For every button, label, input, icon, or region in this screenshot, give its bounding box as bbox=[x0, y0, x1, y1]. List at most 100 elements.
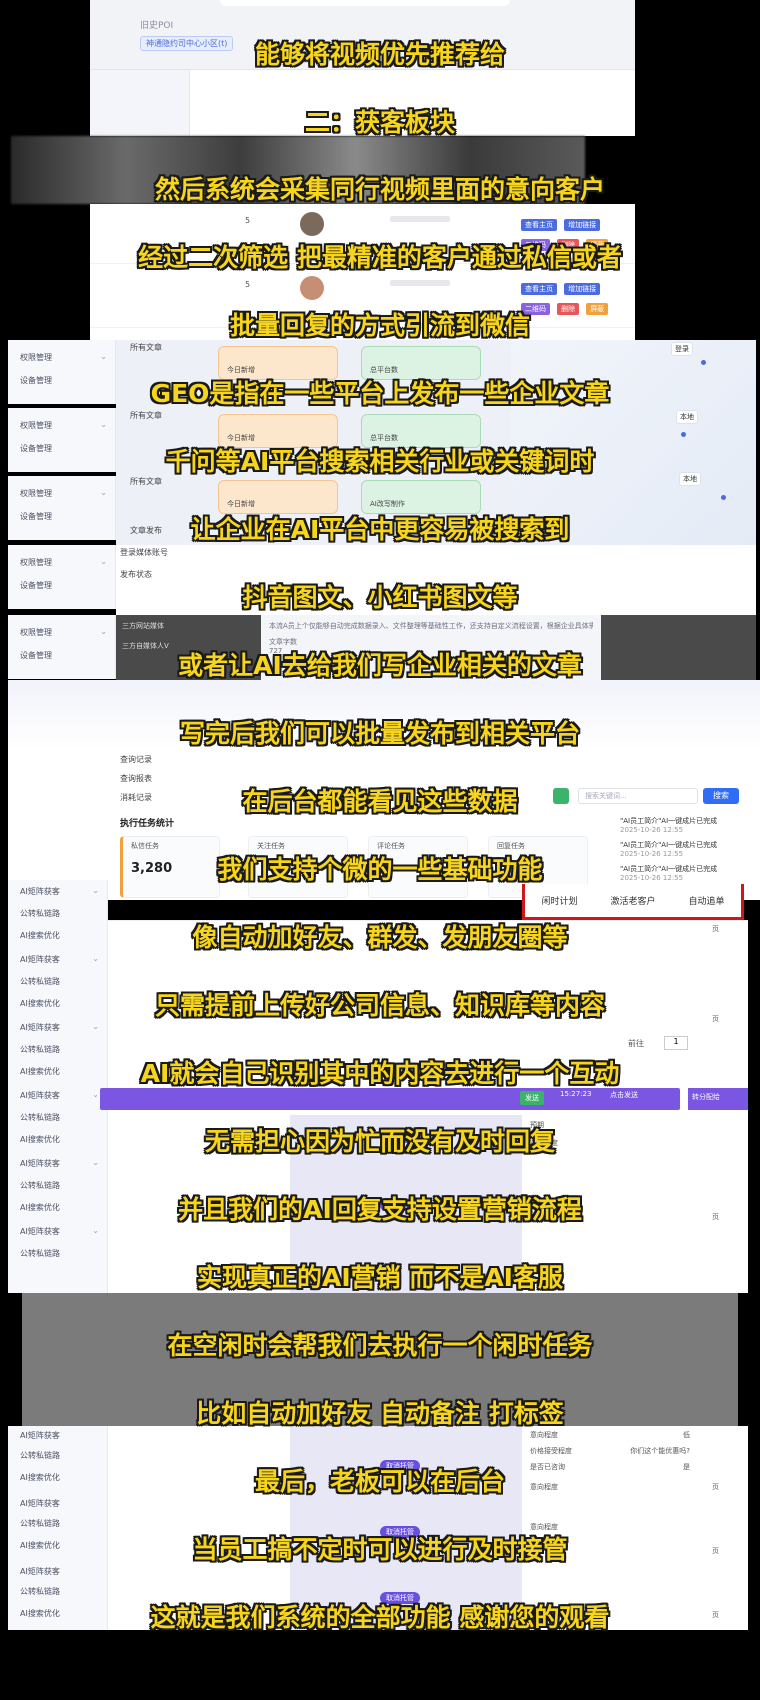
row-cell bbox=[390, 280, 450, 286]
sidebar-item-private-link[interactable]: 公转私链路 bbox=[20, 1450, 60, 1461]
stat-label: 总平台数 bbox=[370, 366, 398, 374]
sidebar-item-private-link[interactable]: 公转私链路 bbox=[20, 1248, 60, 1259]
info-label: 意向程度 bbox=[530, 1431, 558, 1439]
stat-card-today: 今日新增 bbox=[218, 346, 338, 380]
chevron-down-icon[interactable]: ⌄ bbox=[92, 1158, 99, 1167]
row-number: 5 bbox=[245, 280, 251, 289]
subtitle-line: 无需担心因为忙而没有及时回复 bbox=[204, 1127, 555, 1156]
chevron-down-icon[interactable]: ⌄ bbox=[92, 1226, 99, 1235]
sidebar-item-ai-matrix[interactable]: AI矩阵获客 bbox=[20, 954, 60, 965]
history-poi-label: 旧史POI bbox=[140, 21, 174, 31]
card-label: 关注任务 bbox=[257, 842, 285, 850]
subtitle-line: 经过二次筛选 把最精准的客户通过私信或者 bbox=[138, 243, 622, 272]
stat-label: 总平台数 bbox=[370, 434, 398, 442]
info-value: 低 bbox=[683, 1431, 690, 1439]
task-tabs: 闲时计划 激活老客户 自动追单 bbox=[522, 884, 744, 920]
chevron-down-icon[interactable]: ⌄ bbox=[100, 488, 107, 497]
sidebar-item-ai-matrix[interactable]: AI矩阵获客 bbox=[20, 1430, 60, 1441]
sidebar-item-permission[interactable]: 权限管理 bbox=[20, 352, 52, 363]
chat-area-lower: 取消托管 取消托管 取消托管 意向程度 低 价格接受程度 你们这个能优惠吗? 是… bbox=[108, 1426, 748, 1630]
view-homepage-button[interactable]: 查看主页 bbox=[521, 283, 557, 295]
sidebar-item-private-link[interactable]: 公转私链路 bbox=[20, 908, 60, 919]
list-item-date: 2025-10-26 12:55 bbox=[620, 826, 684, 834]
card-label: 回复任务 bbox=[497, 842, 525, 850]
stat-card-today: 今日新增 bbox=[218, 414, 338, 448]
word-count-label: 文章字数 bbox=[269, 638, 297, 646]
subtitle-line: 像自动加好友、群发、发朋友圈等 bbox=[192, 923, 568, 952]
sidebar-item-private-link[interactable]: 公转私链路 bbox=[20, 1180, 60, 1191]
subtitle-line: 这就是我们系统的全部功能 感谢您的观看 bbox=[150, 1603, 610, 1632]
all-articles-label: 所有文章 bbox=[130, 411, 162, 420]
sidebar-item-permission[interactable]: 权限管理 bbox=[20, 420, 52, 431]
publish-state-label[interactable]: 发布状态 bbox=[120, 569, 152, 580]
avatar bbox=[300, 276, 324, 300]
send-button[interactable]: 发送 bbox=[520, 1091, 544, 1105]
menu-query-report[interactable]: 查询报表 bbox=[120, 773, 152, 784]
map-dot bbox=[681, 432, 686, 437]
sidebar-item-ai-matrix[interactable]: AI矩阵获客 bbox=[20, 1090, 60, 1101]
sidebar-item-ai-matrix[interactable]: AI矩阵获客 bbox=[20, 1566, 60, 1577]
subtitle-line: 比如自动加好友 自动备注 打标签 bbox=[196, 1399, 564, 1428]
add-link-button[interactable]: 增加链接 bbox=[564, 283, 601, 295]
sidebar-item-ai-matrix[interactable]: AI矩阵获客 bbox=[20, 1498, 60, 1509]
map-dot bbox=[701, 360, 706, 365]
sidebar-item-permission[interactable]: 权限管理 bbox=[20, 557, 52, 568]
chat-toolbar-right: 转分配给 bbox=[688, 1088, 748, 1110]
subtitle-line: 最后，老板可以在后台 bbox=[254, 1467, 505, 1496]
chevron-down-icon[interactable]: ⌄ bbox=[100, 557, 107, 566]
info-label: 价格接受程度 bbox=[530, 1447, 572, 1455]
sidebar-item-ai-matrix[interactable]: AI矩阵获客 bbox=[20, 1158, 60, 1169]
subtitle-line: 在后台都能看见这些数据 bbox=[242, 787, 518, 816]
time-label: 15:27:23 bbox=[560, 1090, 592, 1098]
subtitle-line: 写完后我们可以批量发布到相关平台 bbox=[179, 719, 580, 748]
editor-text: 本流A员上个仅能够自动完成数据录入、文件整理等基础性工作，还支持自定义流程设置，… bbox=[269, 622, 593, 630]
third-party-media[interactable]: 三方网站媒体 bbox=[122, 621, 164, 631]
sidebar-item-private-link[interactable]: 公转私链路 bbox=[20, 1518, 60, 1529]
info-value: 你们这个能优惠吗? bbox=[630, 1447, 690, 1455]
login-pin[interactable]: 登录 bbox=[671, 342, 693, 356]
subtitle-line: 抖音图文、小红书图文等 bbox=[242, 583, 518, 612]
card-label: 私信任务 bbox=[131, 842, 159, 850]
sidebar-item-ai-matrix[interactable]: AI矩阵获客 bbox=[20, 1022, 60, 1033]
prev-page-label: 前往 bbox=[628, 1039, 644, 1048]
chevron-down-icon[interactable]: ⌄ bbox=[100, 420, 107, 429]
stat-card-total: 总平台数 bbox=[361, 414, 481, 448]
chevron-down-icon[interactable]: ⌄ bbox=[92, 886, 99, 895]
subtitle-line: 实现真正的AI营销 而不是AI客服 bbox=[196, 1263, 563, 1292]
tab-auto-follow[interactable]: 自动追单 bbox=[688, 894, 724, 907]
sidebar-item-private-link[interactable]: 公转私链路 bbox=[20, 976, 60, 987]
subtitle-line: 当员工搞不定时可以进行及时接管 bbox=[192, 1535, 568, 1564]
stat-card-total: 总平台数 bbox=[361, 346, 481, 380]
menu-query-records[interactable]: 查询记录 bbox=[120, 754, 152, 765]
stat-card-today: 今日新增 bbox=[218, 480, 338, 514]
chevron-down-icon[interactable]: ⌄ bbox=[100, 352, 107, 361]
tab-idle-plan[interactable]: 闲时计划 bbox=[541, 894, 577, 907]
row-number: 5 bbox=[245, 216, 251, 225]
sidebar-item-permission[interactable]: 权限管理 bbox=[20, 627, 52, 638]
card-label: 评论任务 bbox=[377, 842, 405, 850]
add-link-button[interactable]: 增加链接 bbox=[564, 219, 601, 231]
list-item[interactable]: "AI员工简介"AI一键成片已完成 bbox=[620, 840, 750, 850]
subtitle-line: 然后系统会采集同行视频里面的意向客户 bbox=[154, 175, 605, 204]
stat-label: 今日新增 bbox=[227, 434, 255, 442]
chevron-down-icon[interactable]: ⌄ bbox=[100, 627, 107, 636]
chevron-down-icon[interactable]: ⌄ bbox=[92, 1090, 99, 1099]
chevron-down-icon[interactable]: ⌄ bbox=[92, 1022, 99, 1031]
stat-card-ai: AI改写制作 bbox=[361, 480, 481, 514]
sidebar-item-ai-matrix[interactable]: AI矩阵获客 bbox=[20, 1226, 60, 1237]
sidebar-item-private-link[interactable]: 公转私链路 bbox=[20, 1112, 60, 1123]
chevron-down-icon[interactable]: ⌄ bbox=[92, 954, 99, 963]
local-pin[interactable]: 本地 bbox=[676, 410, 698, 424]
sidebar-item-ai-matrix[interactable]: AI矩阵获客 bbox=[20, 886, 60, 897]
transfer-button[interactable]: 转分配给 bbox=[692, 1092, 720, 1102]
subtitle-line: 只需提前上传好公司信息、知识库等内容 bbox=[154, 991, 605, 1020]
tab-activate-old[interactable]: 激活老客户 bbox=[610, 894, 655, 907]
sidebar-item-private-link[interactable]: 公转私链路 bbox=[20, 1044, 60, 1055]
search-bar-edge bbox=[220, 0, 510, 6]
page-input[interactable]: 1 bbox=[664, 1036, 688, 1050]
sidebar-item-private-link[interactable]: 公转私链路 bbox=[20, 1586, 60, 1597]
view-homepage-button[interactable]: 查看主页 bbox=[521, 219, 557, 231]
sidebar-item-permission[interactable]: 权限管理 bbox=[20, 488, 52, 499]
login-media-label[interactable]: 登录媒体账号 bbox=[120, 547, 168, 558]
chat-area: 发送 15:27:23 点击发送 转分配给 取消托管 取消托管 预期 意向程度 … bbox=[100, 920, 748, 1293]
